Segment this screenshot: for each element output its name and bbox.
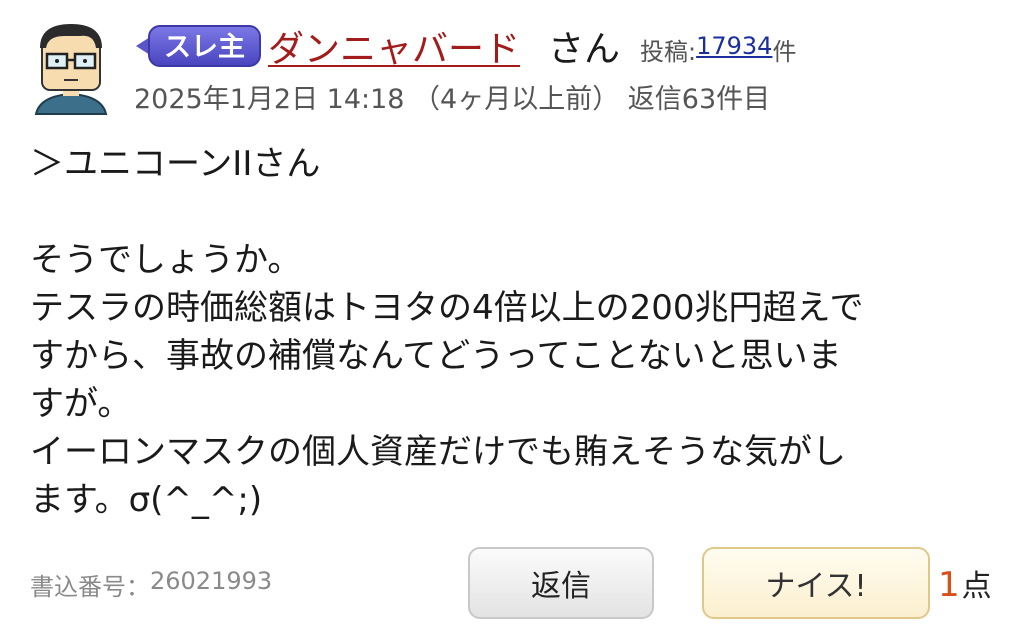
username-honorific: さん [548, 29, 621, 70]
nice-button[interactable]: ナイス! [702, 547, 930, 619]
body-line: テスラの時価総額はトヨタの4倍以上の200兆円超えで [30, 288, 864, 328]
post-count-link[interactable]: 17934 [696, 32, 772, 67]
nice-score-unit: 点 [961, 569, 992, 604]
body-line: イーロンマスクの個人資産だけでも賄えそうな気がし [30, 432, 846, 472]
post-count: 投稿: 17934 件 [640, 32, 796, 67]
body-line: ＞ユニコーンIIさん [30, 144, 321, 184]
post-count-label: 投稿: [640, 38, 697, 66]
username-link[interactable]: ダンニャバード [268, 20, 520, 72]
body-line: すから、事故の補償なんてどうってことないと思いま [30, 336, 842, 376]
reply-button[interactable]: 返信 [468, 547, 654, 619]
post-count-unit: 件 [772, 38, 797, 66]
post-body: ＞ユニコーンIIさん そうでしょうか。 テスラの時価総額はトヨタの4倍以上の20… [30, 140, 1000, 524]
post-meta: 2025年1月2日 14:18 （4ヶ月以上前） 返信63件目 [134, 84, 771, 115]
glasses-man-avatar-icon [32, 20, 110, 115]
body-line: そうでしょうか。 [30, 240, 302, 280]
post-number: 書込番号： 26021993 [30, 567, 272, 602]
avatar[interactable] [30, 18, 112, 116]
body-line: すが。 [30, 384, 132, 424]
badge-label: スレ主 [148, 25, 261, 67]
reply-button-label: 返信 [531, 569, 591, 604]
body-line: ます。σ(^_^;) [30, 480, 263, 520]
nice-button-label: ナイス! [765, 569, 867, 604]
thread-owner-badge: スレ主 [136, 24, 261, 68]
nice-score-value: 1 [938, 565, 960, 605]
post-number-label: 書込番号： [30, 573, 150, 601]
post-number-value: 26021993 [150, 567, 273, 595]
nice-score: 1 点 [938, 561, 992, 605]
body-line [30, 188, 1000, 236]
